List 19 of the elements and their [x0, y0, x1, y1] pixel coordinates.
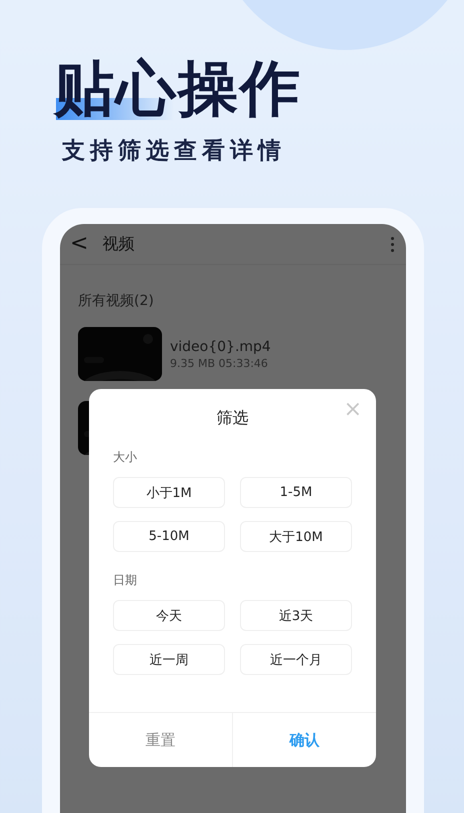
screen-title: 视频: [102, 234, 134, 254]
filter-option[interactable]: 5-10M: [113, 521, 225, 552]
section-label: 日期: [113, 572, 138, 588]
reset-button[interactable]: 重置: [89, 713, 232, 767]
more-icon[interactable]: [389, 234, 396, 254]
back-button[interactable]: <: [70, 232, 88, 256]
file-details: 9.35 MB 05:33:46: [170, 356, 269, 370]
filter-option[interactable]: 近一个月: [240, 644, 352, 675]
filter-option[interactable]: 大于10M: [240, 521, 352, 552]
list-header: 所有视频(2): [77, 292, 155, 311]
file-name: video{0}.mp4: [170, 338, 271, 354]
filter-option[interactable]: 1-5M: [240, 477, 352, 508]
filter-option[interactable]: 今天: [113, 600, 225, 631]
filter-option[interactable]: 小于1M: [113, 477, 225, 508]
section-label: 大小: [113, 449, 138, 465]
subtitle: 支持筛选查看详情: [62, 137, 287, 166]
filter-option[interactable]: 近一周: [113, 644, 225, 675]
filter-option[interactable]: 近3天: [240, 600, 352, 631]
dialog-title: 筛选: [216, 407, 248, 429]
